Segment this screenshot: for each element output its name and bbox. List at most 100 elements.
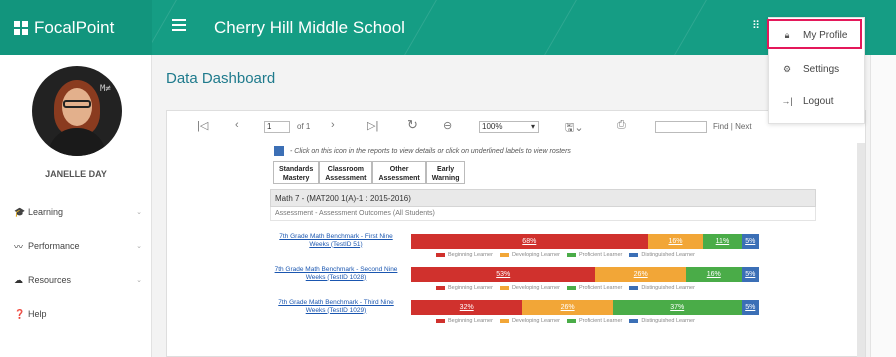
- avatar[interactable]: M≠: [32, 66, 122, 156]
- stacked-bar: 32% 26% 37% 5%: [411, 300, 759, 315]
- sidebar-item-label: Help: [28, 309, 47, 319]
- assessment-row-label[interactable]: 7th Grade Math Benchmark - Third Nine We…: [270, 299, 402, 314]
- scrollbar[interactable]: [857, 143, 865, 357]
- top-bar: FocalPoint Cherry Hill Middle School ⠿: [0, 0, 896, 55]
- legend-swatch: [499, 319, 509, 323]
- chart-line-icon: 〰: [14, 241, 24, 252]
- sidebar-item-learning[interactable]: 🎓 Learning ⌄: [14, 203, 142, 221]
- bar-segment[interactable]: 37%: [612, 300, 742, 315]
- report-viewer: |◁ ‹ 1 of 1 › ▷| ↻ ⊖ 100% ▾ 🖫⌄ ⎙ Find | N…: [166, 110, 866, 357]
- menu-item-settings[interactable]: ⚙ Settings: [769, 55, 866, 83]
- menu-item-logout[interactable]: →| Logout: [769, 87, 866, 115]
- next-page-icon[interactable]: ›: [331, 119, 335, 131]
- legend-swatch: [436, 286, 445, 290]
- section-title: Math 7 - (MAT200 1(A)-1 : 2015-2016): [270, 189, 816, 207]
- legend-swatch: [436, 319, 445, 323]
- bar-segment[interactable]: 26%: [595, 267, 686, 282]
- legend-swatch: [566, 253, 576, 257]
- apps-icon[interactable]: ⠿: [752, 19, 760, 32]
- print-icon[interactable]: ⎙: [617, 119, 626, 132]
- chevron-down-icon: ⌄: [136, 277, 142, 284]
- save-icon[interactable]: 🖫⌄: [565, 119, 584, 138]
- find-next-link[interactable]: Find | Next: [713, 122, 752, 131]
- bar-legend: Beginning Learner Developing Learner Profi…: [429, 285, 695, 291]
- sidebar-item-resources[interactable]: ☁ Resources ⌄: [14, 271, 142, 289]
- assessment-row-label[interactable]: 7th Grade Math Benchmark - Second Nine W…: [270, 266, 402, 281]
- first-page-icon[interactable]: |◁: [197, 119, 208, 132]
- legend-swatch: [629, 319, 639, 323]
- bar-segment[interactable]: 32%: [411, 300, 523, 315]
- legend-label: Developing Learner: [511, 252, 560, 258]
- stacked-bar: 53% 26% 16% 5%: [411, 267, 759, 282]
- bar-segment[interactable]: 5%: [741, 300, 759, 315]
- bar-legend: Beginning Learner Developing Learner Profi…: [429, 252, 695, 258]
- legend-swatch: [499, 286, 509, 290]
- chevron-down-icon: ⌄: [136, 209, 142, 216]
- report-hint: - Click on this icon in the reports to v…: [274, 146, 571, 156]
- school-name: Cherry Hill Middle School: [214, 18, 405, 37]
- bar-segment[interactable]: 11%: [703, 234, 742, 249]
- hint-text: - Click on this icon in the reports to v…: [290, 147, 571, 155]
- tab-classroom-assessment[interactable]: Classroom Assessment: [319, 161, 373, 184]
- legend-label: Beginning Learner: [448, 252, 493, 258]
- sidebar-item-label: Resources: [28, 275, 72, 285]
- highlight-box: [767, 19, 862, 49]
- page-number-input[interactable]: 1: [264, 121, 290, 133]
- bar-segment[interactable]: 5%: [741, 267, 759, 282]
- legend-label: Distinguished Learner: [641, 285, 695, 291]
- zoom-select[interactable]: 100% ▾: [479, 121, 539, 133]
- bar-segment[interactable]: 68%: [411, 234, 648, 249]
- legend-label: Proficient Learner: [578, 285, 623, 291]
- legend-swatch: [566, 286, 576, 290]
- sidebar-item-help[interactable]: ❓ Help: [14, 305, 142, 323]
- legend-swatch: [499, 253, 509, 257]
- legend-swatch: [629, 286, 639, 290]
- logo-icon: [14, 20, 28, 35]
- logo[interactable]: FocalPoint: [0, 0, 152, 55]
- logout-arrow-icon: →|: [781, 96, 793, 106]
- last-page-icon[interactable]: ▷|: [367, 119, 378, 132]
- stacked-bar: 68% 16% 11% 5%: [411, 234, 759, 249]
- report-toolbar: |◁ ‹ 1 of 1 › ▷| ↻ ⊖ 100% ▾ 🖫⌄ ⎙ Find | N…: [167, 111, 867, 143]
- tab-standards-mastery[interactable]: Standards Mastery: [273, 161, 320, 184]
- legend-swatch: [629, 253, 639, 257]
- bar-segment[interactable]: 16%: [685, 267, 742, 282]
- tab-early-warning[interactable]: Early Warning: [425, 161, 466, 184]
- legend-label: Developing Learner: [511, 318, 560, 324]
- bar-segment[interactable]: 5%: [741, 234, 759, 249]
- bar-segment[interactable]: 53%: [411, 267, 596, 282]
- caret-down-icon: ▾: [530, 122, 535, 131]
- cloud-icon: ☁: [14, 274, 23, 285]
- chevron-down-icon: ⌄: [136, 243, 142, 250]
- menu-toggle-icon[interactable]: [172, 19, 186, 31]
- app-name: FocalPoint: [34, 17, 115, 37]
- right-panel-edge: [870, 55, 896, 357]
- previous-page-icon[interactable]: ‹: [235, 119, 239, 131]
- refresh-icon[interactable]: ↻: [407, 117, 418, 133]
- bar-segment[interactable]: 26%: [522, 300, 613, 315]
- sidebar: M≠ JANELLE DAY 🎓 Learning ⌄ 〰 Performanc…: [0, 55, 152, 357]
- zoom-value: 100%: [482, 122, 503, 131]
- legend-swatch: [436, 253, 445, 257]
- legend-label: Beginning Learner: [448, 285, 493, 291]
- decoration: [544, 0, 604, 55]
- legend-label: Distinguished Learner: [641, 318, 695, 324]
- decoration: [674, 0, 734, 55]
- legend-swatch: [566, 319, 576, 323]
- assessment-row-label[interactable]: 7th Grade Math Benchmark - First Nine We…: [270, 233, 402, 248]
- details-icon[interactable]: [274, 146, 284, 156]
- decoration: [404, 0, 464, 55]
- sidebar-item-label: Performance: [28, 241, 80, 251]
- graduation-cap-icon: 🎓: [14, 206, 26, 217]
- bar-legend: Beginning Learner Developing Learner Profi…: [429, 318, 695, 324]
- section-subtitle: Assessment - Assessment Outcomes (All St…: [270, 207, 816, 221]
- menu-item-label: Settings: [803, 63, 840, 75]
- legend-label: Beginning Learner: [448, 318, 493, 324]
- sidebar-item-label: Learning: [28, 207, 64, 217]
- bar-segment[interactable]: 16%: [647, 234, 704, 249]
- back-icon[interactable]: ⊖: [443, 119, 452, 132]
- tab-other-assessment[interactable]: Other Assessment: [372, 161, 426, 184]
- sidebar-item-performance[interactable]: 〰 Performance ⌄: [14, 237, 142, 255]
- main-content: Data Dashboard |◁ ‹ 1 of 1 › ▷| ↻ ⊖ 100%…: [152, 55, 870, 357]
- find-input[interactable]: [655, 121, 707, 133]
